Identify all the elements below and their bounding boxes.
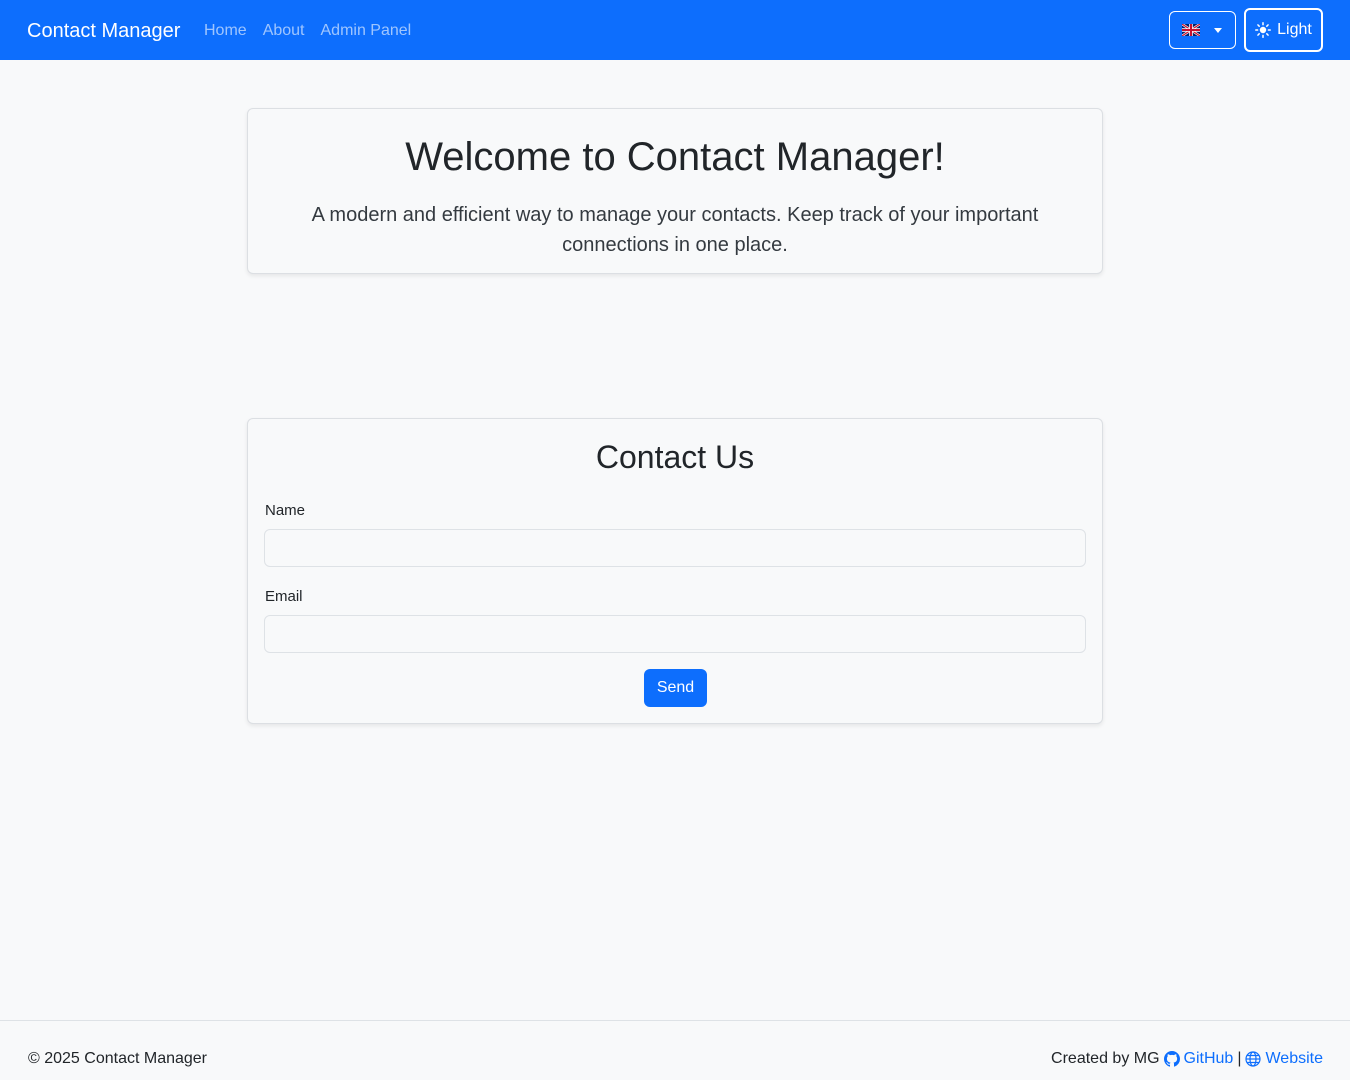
send-button[interactable]: Send [644, 669, 707, 707]
github-link[interactable]: GitHub [1163, 1049, 1234, 1069]
nav-links: Home About Admin Panel [204, 21, 411, 41]
theme-toggle-label: Light [1277, 21, 1312, 38]
github-link-label: GitHub [1183, 1050, 1234, 1067]
page-footer: © 2025 Contact Manager Created by MG Git… [0, 1020, 1350, 1080]
copyright-text: © 2025 Contact Manager [28, 1050, 208, 1067]
uk-flag-icon [1182, 24, 1200, 36]
welcome-title: Welcome to Contact Manager! [405, 135, 945, 179]
footer-separator: | [1237, 1050, 1242, 1067]
github-icon [1163, 1051, 1180, 1067]
language-dropdown-button[interactable] [1169, 11, 1236, 49]
footer-credits: Created by MG GitHub | Website [1051, 1049, 1323, 1069]
email-input[interactable] [264, 615, 1086, 653]
globe-icon [1245, 1051, 1262, 1067]
nav-link-about[interactable]: About [263, 21, 305, 41]
contact-form-title: Contact Us [595, 439, 755, 475]
sun-icon [1255, 22, 1272, 38]
welcome-description: A modern and efficient way to manage you… [311, 204, 1039, 256]
welcome-card: Welcome to Contact Manager! A modern and… [247, 108, 1103, 274]
nav-link-home[interactable]: Home [204, 21, 247, 41]
website-link-label: Website [1265, 1050, 1323, 1067]
website-link[interactable]: Website [1245, 1049, 1323, 1069]
created-by-text: Created by MG [1051, 1050, 1160, 1067]
top-navbar: Contact Manager Home About Admin Panel L… [0, 0, 1350, 60]
nav-link-admin-panel[interactable]: Admin Panel [321, 21, 412, 41]
name-input[interactable] [264, 529, 1086, 567]
brand-link[interactable]: Contact Manager [27, 19, 180, 43]
chevron-down-icon [1214, 27, 1222, 33]
name-label: Name [265, 502, 306, 519]
theme-toggle-button[interactable]: Light [1244, 8, 1323, 52]
email-label: Email [265, 588, 303, 605]
contact-form-card: Contact Us Name Email Send [247, 418, 1103, 724]
